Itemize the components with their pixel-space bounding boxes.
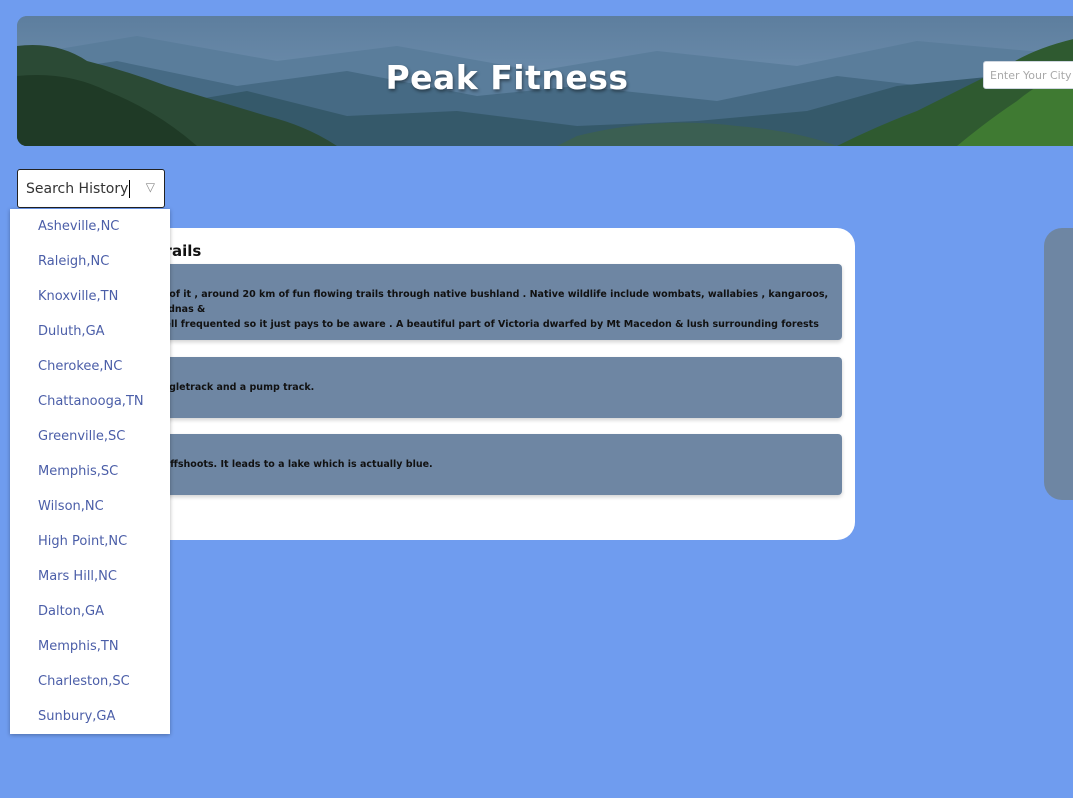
search-history-option[interactable]: Memphis,SC: [10, 454, 170, 489]
search-history-option[interactable]: Charleston,SC: [10, 664, 170, 699]
trails-card: g Trails lots of it , around 20 km of fu…: [120, 228, 855, 540]
search-history-option[interactable]: Mars Hill,NC: [10, 559, 170, 594]
search-history-option[interactable]: Memphis,TN: [10, 629, 170, 664]
search-history-option[interactable]: Raleigh,NC: [10, 244, 170, 279]
header-banner: Peak Fitness: [17, 16, 1073, 146]
search-history-option[interactable]: Sunbury,GA: [10, 699, 170, 734]
trail-item[interactable]: f singletrack and a pump track.: [120, 357, 842, 418]
search-history-option[interactable]: Wilson,NC: [10, 489, 170, 524]
trail-description-line: e well frequented so it just pays to be …: [146, 319, 819, 330]
trail-item[interactable]: lots of it , around 20 km of fun flowing…: [120, 264, 842, 340]
search-history-label: Search History: [26, 179, 131, 198]
search-history-option[interactable]: Knoxville,TN: [10, 279, 170, 314]
side-panel: [1044, 228, 1073, 500]
search-history-dropdown: Asheville,NC Raleigh,NC Knoxville,TN Duluth…: [10, 209, 170, 734]
trail-description-line: f singletrack and a pump track.: [146, 382, 315, 393]
search-history-option[interactable]: Greenville,SC: [10, 419, 170, 454]
city-search-input[interactable]: [983, 61, 1073, 89]
search-history-option[interactable]: Duluth,GA: [10, 314, 170, 349]
search-history-select[interactable]: Search History ▽: [17, 169, 165, 208]
trail-item[interactable]: ral offshoots. It leads to a lake which …: [120, 434, 842, 495]
site-title: Peak Fitness: [385, 58, 629, 97]
trail-description-line: ral offshoots. It leads to a lake which …: [146, 459, 433, 470]
search-history-option[interactable]: Asheville,NC: [10, 209, 170, 244]
search-history-option[interactable]: Chattanooga,TN: [10, 384, 170, 419]
search-history-option[interactable]: Dalton,GA: [10, 594, 170, 629]
dropdown-triangle-icon: ▽: [145, 180, 155, 194]
search-history-option[interactable]: High Point,NC: [10, 524, 170, 559]
trail-description-line: lots of it , around 20 km of fun flowing…: [146, 289, 829, 315]
page: Peak Fitness Search History ▽ Asheville,…: [0, 0, 1073, 798]
search-history-option[interactable]: Cherokee,NC: [10, 349, 170, 384]
